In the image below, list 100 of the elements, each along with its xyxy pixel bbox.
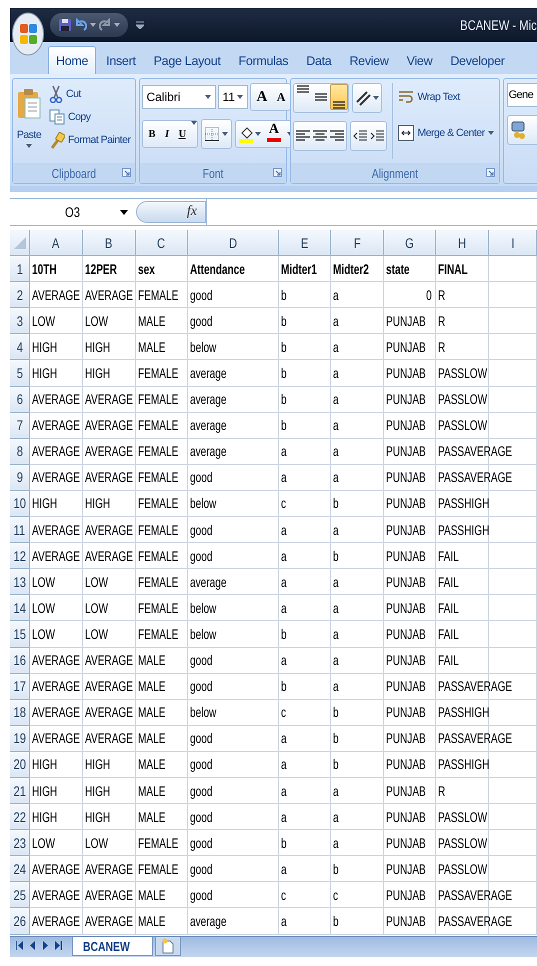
cut-button[interactable]: Cut <box>46 83 134 105</box>
previous-sheet-icon[interactable] <box>29 941 36 950</box>
customize-caret-icon[interactable] <box>136 21 144 29</box>
ribbon-tab[interactable]: Developer <box>442 46 513 74</box>
align-center-icon[interactable] <box>313 129 328 143</box>
row-header[interactable]: 2 <box>10 282 30 308</box>
redo-icon[interactable] <box>99 18 111 32</box>
ribbon-tab[interactable]: Review <box>341 46 397 74</box>
table-cell: good <box>190 652 212 668</box>
row-header[interactable]: 4 <box>10 334 30 360</box>
row-header[interactable]: 8 <box>10 438 30 465</box>
fill-color-icon[interactable] <box>238 125 253 143</box>
row-header[interactable]: 13 <box>10 569 30 596</box>
table-cell: average <box>190 391 226 408</box>
shrink-font-button[interactable]: A <box>272 84 290 110</box>
align-right-icon[interactable] <box>330 129 344 143</box>
copy-button[interactable]: Copy <box>46 107 134 127</box>
row-header[interactable]: 20 <box>10 752 30 778</box>
font-name-field[interactable]: Calibri <box>142 85 216 109</box>
column-header[interactable]: F <box>331 230 384 256</box>
first-sheet-icon[interactable] <box>16 941 23 950</box>
row-header[interactable]: 17 <box>10 674 30 700</box>
row-header[interactable]: 14 <box>10 595 30 622</box>
row-header[interactable]: 9 <box>10 464 30 491</box>
table-cell: average <box>190 417 226 434</box>
dropdown-caret-icon[interactable] <box>120 210 128 214</box>
row-header[interactable]: 24 <box>10 856 30 882</box>
ribbon-tab[interactable]: Data <box>298 46 340 74</box>
wrap-text-button[interactable]: Wrap Text <box>395 83 497 111</box>
column-header[interactable]: H <box>436 230 489 256</box>
font-size-field[interactable]: 11 <box>218 85 248 109</box>
align-left-icon[interactable] <box>296 129 310 143</box>
table-cell: FAIL <box>438 548 459 564</box>
sheet-tab[interactable]: BCANEW <box>72 937 152 956</box>
ribbon-tab[interactable]: Insert <box>98 46 144 74</box>
column-header[interactable]: E <box>279 230 331 256</box>
dialog-launcher-icon[interactable] <box>273 168 282 177</box>
column-header[interactable]: A <box>30 230 83 256</box>
vertical-align-button[interactable] <box>330 84 348 110</box>
number-format-field[interactable]: Gene <box>506 83 537 107</box>
row-header[interactable]: 12 <box>10 543 30 570</box>
merge-center-button[interactable]: Merge & Center <box>395 119 497 147</box>
dropdown-caret-icon[interactable] <box>205 95 212 99</box>
dropdown-caret-icon[interactable] <box>254 132 261 136</box>
table-cell: AVERAGE <box>32 548 80 564</box>
name-box[interactable]: O3 <box>10 199 136 225</box>
format-painter-button[interactable]: Format Painter <box>46 129 134 151</box>
column-header[interactable]: B <box>83 230 136 256</box>
ribbon-tab[interactable]: Page Layout <box>146 46 229 74</box>
grow-font-button[interactable]: A <box>251 84 272 110</box>
save-icon[interactable] <box>58 18 72 32</box>
decrease-indent-icon[interactable] <box>353 129 368 143</box>
row-header[interactable]: 16 <box>10 648 30 674</box>
row-header[interactable]: 26 <box>10 908 30 935</box>
dropdown-caret-icon[interactable] <box>373 96 380 100</box>
ribbon-tab[interactable]: View <box>398 46 440 74</box>
next-sheet-icon[interactable] <box>42 941 49 950</box>
row-header[interactable]: 7 <box>10 412 30 439</box>
table-cell: a <box>333 782 339 799</box>
row-header[interactable]: 22 <box>10 804 30 830</box>
undo-icon[interactable] <box>75 18 87 32</box>
row-header[interactable]: 21 <box>10 778 30 804</box>
text-orientation-icon[interactable] <box>355 90 374 106</box>
row-header[interactable]: 11 <box>10 517 30 544</box>
ribbon-tab[interactable]: Home <box>48 46 96 74</box>
insert-sheet-button[interactable] <box>154 937 180 956</box>
row-header[interactable]: 23 <box>10 830 30 856</box>
bold-button[interactable]: B <box>143 121 160 147</box>
underline-button[interactable]: U <box>174 121 191 147</box>
paste-button[interactable]: Paste <box>15 83 43 159</box>
row-header[interactable]: 1 <box>10 256 30 282</box>
align-lines-icon <box>333 101 346 109</box>
last-sheet-icon[interactable] <box>55 941 62 950</box>
row-header[interactable]: 18 <box>10 700 30 726</box>
table-cell: c <box>281 495 286 512</box>
row-header[interactable]: 25 <box>10 882 30 908</box>
borders-icon[interactable] <box>204 127 219 141</box>
row-header[interactable]: 5 <box>10 360 30 387</box>
italic-button[interactable]: I <box>160 121 174 147</box>
dropdown-caret-icon[interactable] <box>190 121 197 125</box>
insert-function-button[interactable]: fx <box>136 201 206 223</box>
dialog-launcher-icon[interactable] <box>122 168 132 177</box>
ribbon-tab[interactable]: Formulas <box>230 46 296 74</box>
currency-icon[interactable] <box>510 121 527 139</box>
increase-indent-icon[interactable] <box>370 129 384 143</box>
row-header[interactable]: 10 <box>10 490 30 518</box>
dialog-launcher-icon[interactable] <box>486 168 495 177</box>
dropdown-caret-icon[interactable] <box>222 132 228 136</box>
dropdown-caret-icon[interactable] <box>237 95 244 99</box>
table-cell: below <box>190 495 216 512</box>
row-header[interactable]: 15 <box>10 621 30 648</box>
row-header[interactable]: 6 <box>10 386 30 413</box>
row-header[interactable]: 3 <box>10 308 30 334</box>
column-header[interactable]: C <box>136 230 188 256</box>
column-header[interactable]: I <box>489 230 537 256</box>
row-header[interactable]: 19 <box>10 726 30 752</box>
table-cell: AVERAGE <box>32 652 80 668</box>
column-header[interactable]: D <box>188 230 279 256</box>
office-button-icon[interactable] <box>12 12 44 56</box>
column-header[interactable]: G <box>384 230 436 256</box>
